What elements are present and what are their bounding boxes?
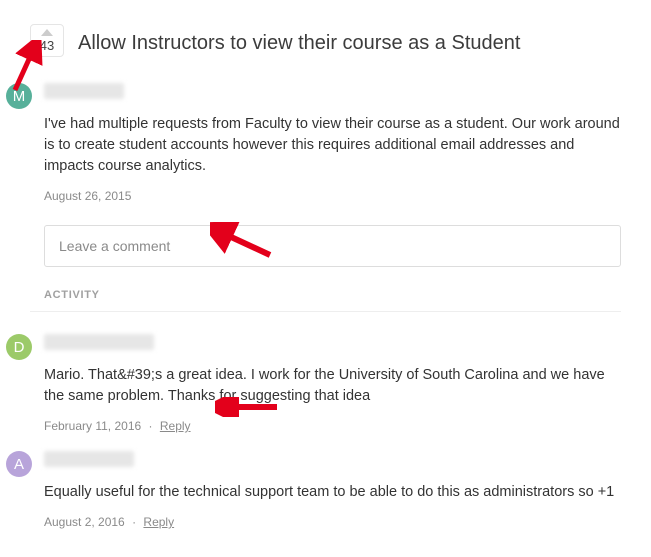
avatar: D: [6, 334, 32, 360]
post-title: Allow Instructors to view their course a…: [78, 30, 520, 56]
post-body: I've had multiple requests from Faculty …: [44, 114, 621, 177]
vote-count: 43: [40, 38, 54, 53]
author-name-redacted: [44, 83, 124, 99]
comment-date: August 2, 2016: [44, 515, 125, 529]
author-name-redacted: [44, 451, 134, 467]
comment-body: Mario. That&#39;s a great idea. I work f…: [44, 365, 621, 407]
activity-heading: ACTIVITY: [44, 289, 621, 301]
author-name-redacted: [44, 334, 154, 350]
separator-dot: ·: [149, 419, 153, 433]
avatar: M: [6, 83, 32, 109]
comment-body: Equally useful for the technical support…: [44, 482, 621, 503]
comment-date: February 11, 2016: [44, 419, 141, 433]
post-date: August 26, 2015: [44, 189, 621, 203]
upvote-button[interactable]: 43: [30, 24, 64, 57]
reply-link[interactable]: Reply: [143, 515, 174, 529]
divider: [30, 311, 621, 312]
comment-input[interactable]: Leave a comment: [44, 225, 621, 267]
avatar: A: [6, 451, 32, 477]
reply-link[interactable]: Reply: [160, 419, 191, 433]
separator-dot: ·: [132, 515, 136, 529]
upvote-icon: [41, 29, 53, 36]
